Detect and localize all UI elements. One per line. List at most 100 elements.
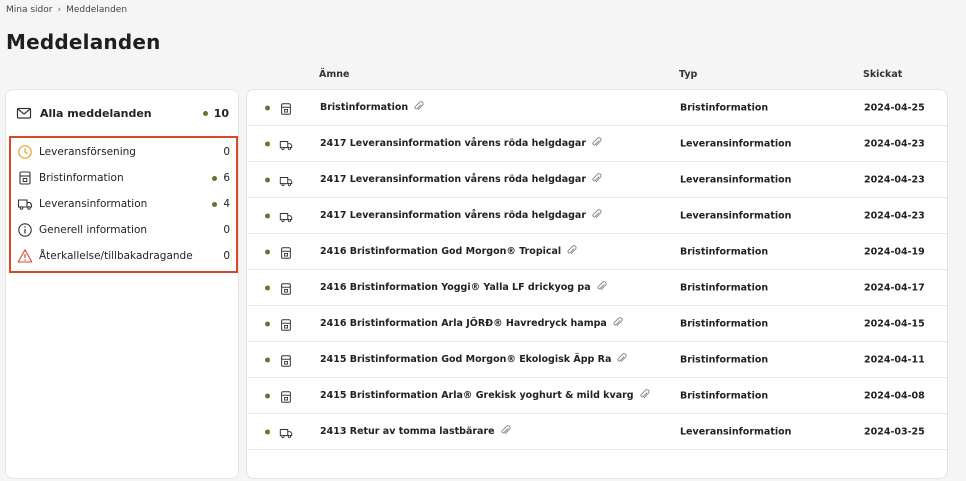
category-list: Leveransförsening 0 Bristinformation 6 L… (9, 136, 238, 273)
table-row[interactable]: 2416 Bristinformation Arla JÖRĐ® Havredr… (247, 306, 947, 342)
table-row[interactable]: 2413 Retur av tomma lastbärare Leveransi… (247, 414, 947, 450)
truck-icon (17, 196, 33, 212)
message-subject[interactable]: 2416 Bristinformation God Morgon® Tropic… (320, 244, 577, 259)
table-row[interactable]: 2415 Bristinformation Arla® Grekisk yogh… (247, 378, 947, 414)
column-header-subject[interactable]: Ämne (319, 69, 349, 80)
subject-text: 2417 Leveransinformation vårens röda hel… (320, 138, 587, 149)
paperclip-icon (596, 280, 607, 295)
category-sidebar: Alla meddelanden 10 Leveransförsening 0 … (5, 89, 239, 479)
message-subject[interactable]: 2415 Bristinformation Arla® Grekisk yogh… (320, 388, 650, 403)
table-row[interactable]: 2417 Leveransinformation vårens röda hel… (247, 198, 947, 234)
message-date: 2024-04-23 (864, 210, 925, 221)
unread-dot (202, 110, 208, 116)
sidebar-item-label: Leveransinformation (39, 198, 148, 210)
column-header-sent[interactable]: Skickat (863, 69, 902, 80)
message-date: 2024-04-23 (864, 174, 925, 185)
message-subject[interactable]: 2415 Bristinformation God Morgon® Ekolog… (320, 352, 627, 367)
unread-dot (265, 141, 270, 146)
subject-text: 2417 Leveransinformation vårens röda hel… (320, 174, 587, 185)
subject-text: 2417 Leveransinformation vårens röda hel… (320, 210, 587, 221)
subject-text: 2416 Bristinformation Arla JÖRĐ® Havredr… (320, 318, 607, 329)
package-icon (279, 353, 293, 367)
sidebar-item-all-messages[interactable]: Alla meddelanden 10 (6, 90, 238, 136)
sidebar-item-leveransforsening[interactable]: Leveransförsening 0 (11, 139, 236, 165)
message-type: Bristinformation (680, 102, 769, 113)
message-type: Leveransinformation (680, 138, 792, 149)
sidebar-item-generell-information[interactable]: Generell information 0 (11, 217, 236, 243)
breadcrumb-current: Meddelanden (66, 5, 128, 15)
category-count: 0 (223, 250, 230, 262)
table-row[interactable]: 2416 Bristinformation Yoggi® Yalla LF dr… (247, 270, 947, 306)
sidebar-item-label: Leveransförsening (39, 146, 136, 158)
unread-count: 10 (202, 106, 229, 120)
message-type: Bristinformation (680, 282, 769, 293)
message-subject[interactable]: 2413 Retur av tomma lastbärare (320, 424, 511, 439)
breadcrumb-root-link[interactable]: Mina sidor (6, 5, 52, 15)
message-date: 2024-04-23 (864, 138, 925, 149)
page-title: Meddelanden (6, 30, 161, 54)
table-row[interactable]: 2417 Leveransinformation vårens röda hel… (247, 162, 947, 198)
message-type: Bristinformation (680, 354, 769, 365)
message-subject[interactable]: 2417 Leveransinformation vårens röda hel… (320, 136, 602, 151)
paperclip-icon (566, 244, 577, 259)
message-subject[interactable]: 2417 Leveransinformation vårens röda hel… (320, 172, 602, 187)
count-value: 10 (213, 106, 229, 120)
sidebar-item-label: Alla meddelanden (40, 106, 152, 120)
package-icon (279, 101, 293, 115)
message-subject[interactable]: 2417 Leveransinformation vårens röda hel… (320, 208, 602, 223)
package-icon (279, 281, 293, 295)
sidebar-item-leveransinformation[interactable]: Leveransinformation 4 (11, 191, 236, 217)
paperclip-icon (616, 352, 627, 367)
subject-text: 2415 Bristinformation Arla® Grekisk yogh… (320, 390, 634, 401)
unread-dot (265, 105, 270, 110)
unread-dot (265, 321, 270, 326)
truck-icon (279, 173, 293, 187)
clock-icon (17, 144, 33, 160)
package-icon (279, 317, 293, 331)
breadcrumb: Mina sidor › Meddelanden (6, 5, 127, 15)
message-date: 2024-04-15 (864, 318, 925, 329)
paperclip-icon (612, 316, 623, 331)
sidebar-item-bristinformation[interactable]: Bristinformation 6 (11, 165, 236, 191)
package-icon (17, 170, 33, 186)
count-value: 6 (223, 172, 230, 184)
subject-text: 2413 Retur av tomma lastbärare (320, 426, 495, 437)
message-subject[interactable]: 2416 Bristinformation Arla JÖRĐ® Havredr… (320, 316, 623, 331)
table-row[interactable]: 2416 Bristinformation God Morgon® Tropic… (247, 234, 947, 270)
message-date: 2024-04-08 (864, 390, 925, 401)
sidebar-item-label: Generell information (39, 224, 148, 236)
package-icon (279, 389, 293, 403)
table-row[interactable]: 2415 Bristinformation God Morgon® Ekolog… (247, 342, 947, 378)
message-date: 2024-04-17 (864, 282, 925, 293)
category-count: 4 (212, 198, 230, 210)
unread-dot (212, 201, 218, 207)
warning-icon (17, 248, 33, 264)
message-subject[interactable]: Bristinformation (320, 100, 424, 115)
table-row[interactable]: Bristinformation Bristinformation 2024-04… (247, 90, 947, 126)
info-icon (17, 222, 33, 238)
subject-text: 2416 Bristinformation God Morgon® Tropic… (320, 246, 562, 257)
truck-icon (279, 425, 293, 439)
table-row[interactable]: 2417 Leveransinformation vårens röda hel… (247, 126, 947, 162)
unread-dot (265, 249, 270, 254)
unread-dot (265, 177, 270, 182)
message-type: Leveransinformation (680, 426, 792, 437)
message-subject[interactable]: 2416 Bristinformation Yoggi® Yalla LF dr… (320, 280, 607, 295)
unread-dot (265, 285, 270, 290)
message-type: Bristinformation (680, 390, 769, 401)
paperclip-icon (591, 172, 602, 187)
sidebar-item-aterkallelse[interactable]: Återkallelse/tillbakadragande 0 (11, 243, 236, 269)
message-date: 2024-04-19 (864, 246, 925, 257)
sidebar-item-label: Återkallelse/tillbakadragande (39, 250, 193, 262)
truck-icon (279, 209, 293, 223)
message-date: 2024-03-25 (864, 426, 925, 437)
truck-icon (279, 137, 293, 151)
column-header-type[interactable]: Typ (679, 69, 697, 80)
breadcrumb-separator: › (57, 5, 62, 15)
paperclip-icon (639, 388, 650, 403)
message-date: 2024-04-11 (864, 354, 925, 365)
unread-dot (265, 213, 270, 218)
category-count: 6 (212, 172, 230, 184)
message-type: Leveransinformation (680, 174, 792, 185)
unread-dot (265, 357, 270, 362)
